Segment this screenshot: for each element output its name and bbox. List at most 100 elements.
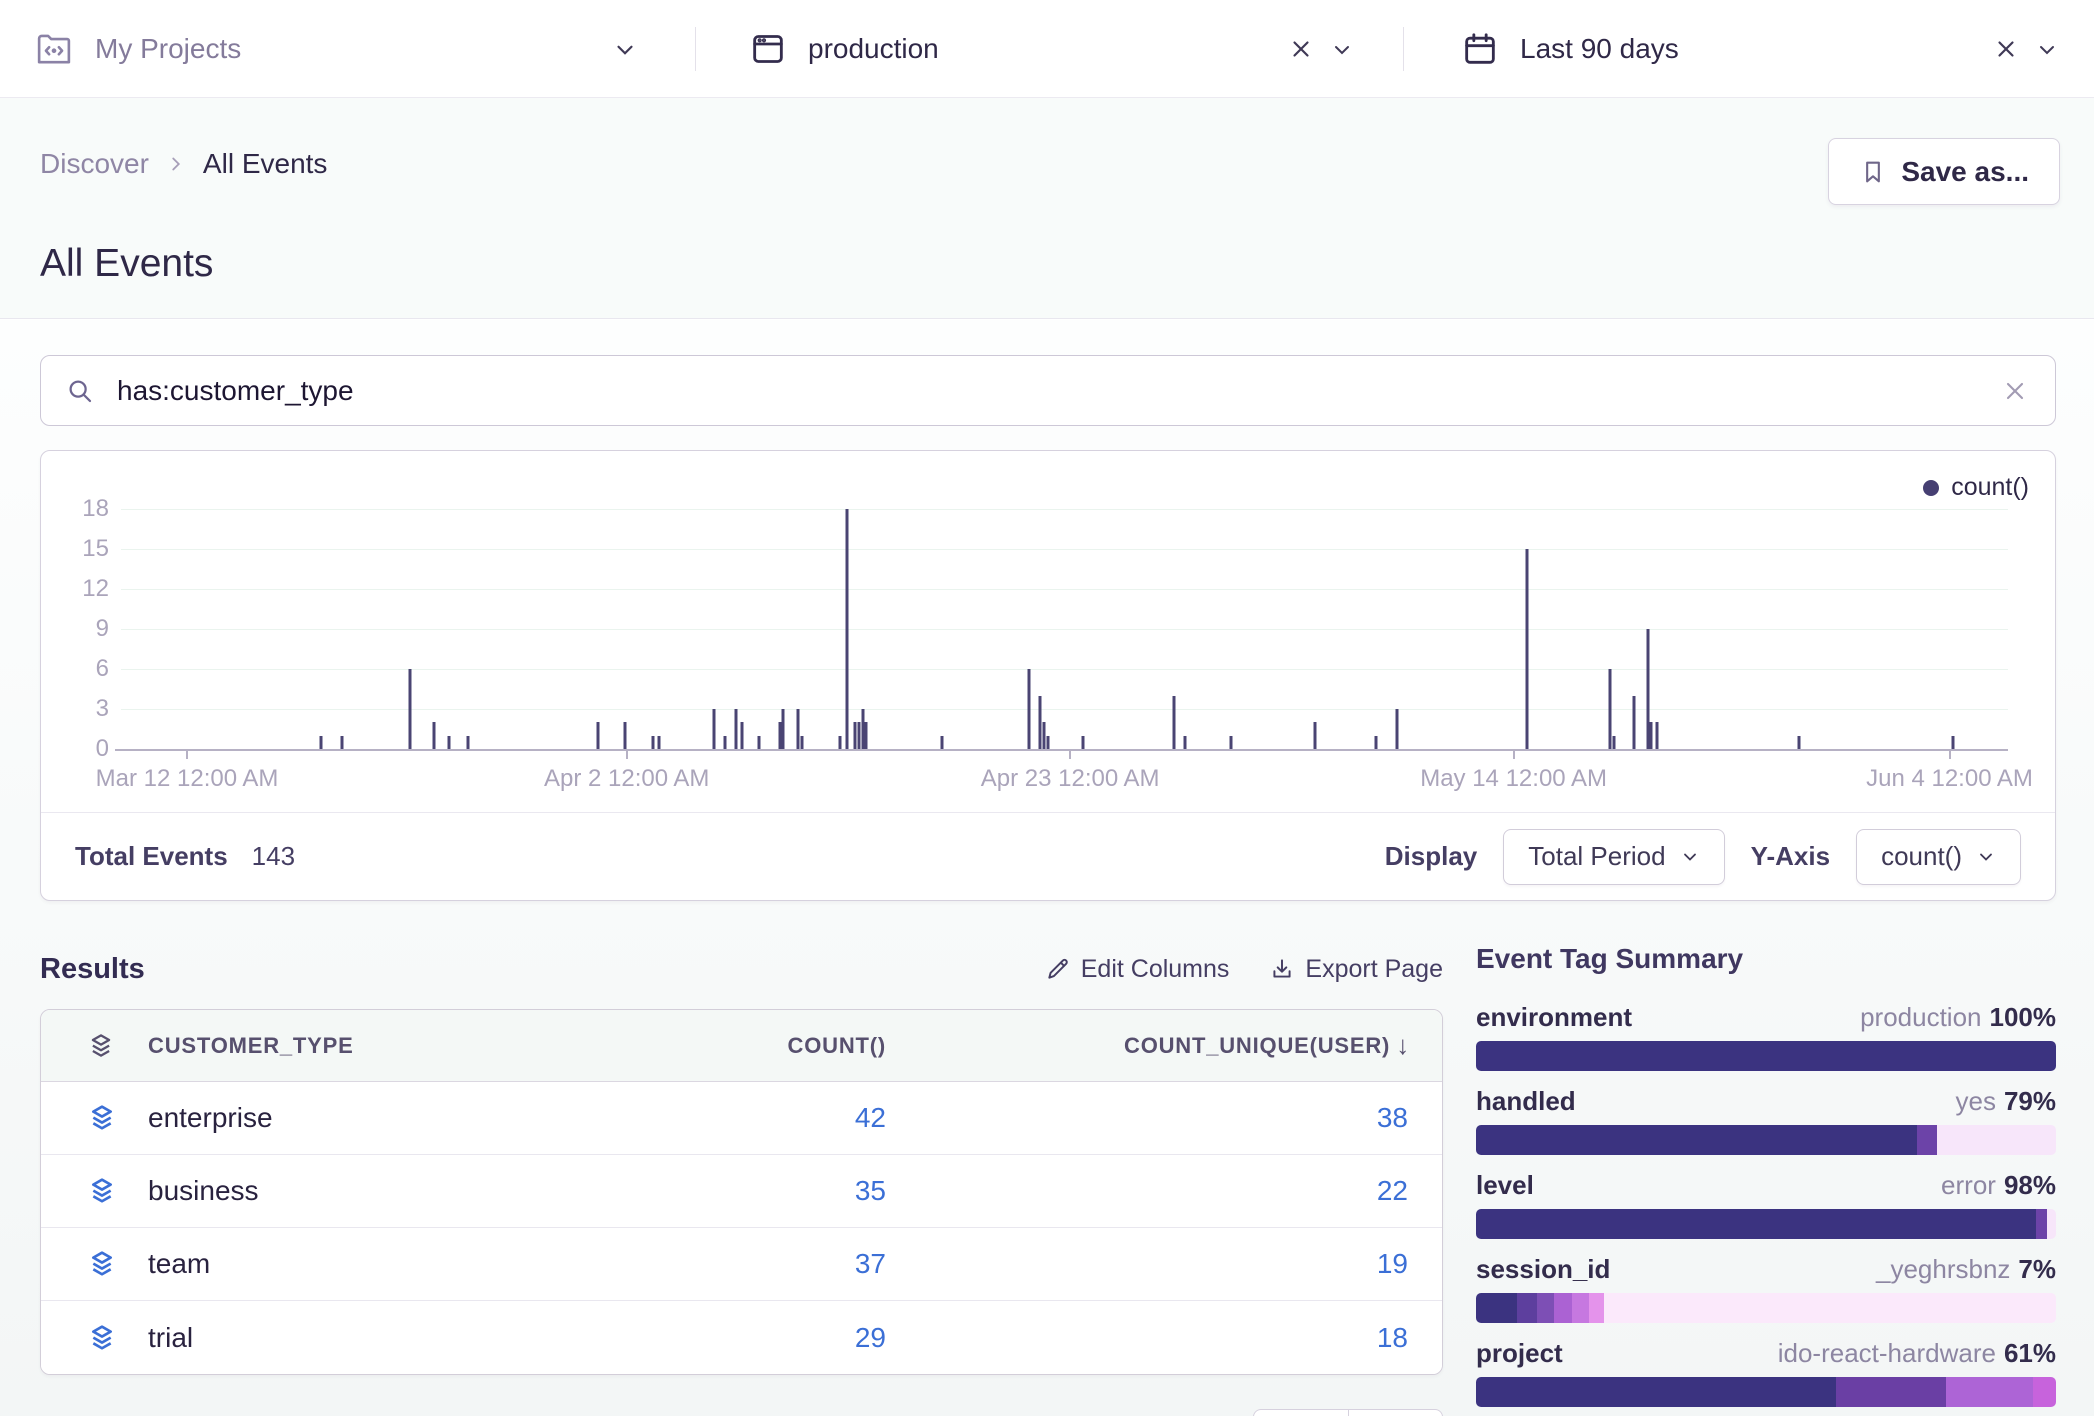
- display-select[interactable]: Total Period: [1503, 829, 1724, 885]
- tag-bar-segment: [1836, 1377, 1946, 1407]
- tag-entry: environmentproduction100%: [1476, 1001, 2056, 1071]
- clear-search-icon[interactable]: [2001, 377, 2029, 405]
- cell-count-unique-link[interactable]: 22: [886, 1175, 1443, 1207]
- chart-bar: [433, 722, 436, 749]
- cell-count-link[interactable]: 37: [366, 1248, 886, 1280]
- chevron-down-icon[interactable]: [612, 37, 638, 63]
- chart-bar: [1046, 736, 1049, 749]
- main-content: count() 0369121518 Mar 12 12:00 AMApr 2 …: [0, 320, 2094, 1416]
- tag-percent: 100%: [1990, 1002, 2057, 1032]
- tag-bar-segment: [1537, 1293, 1554, 1323]
- table-row[interactable]: team 3719: [41, 1228, 1442, 1301]
- search-bar: [40, 355, 2056, 426]
- table-row[interactable]: business 3522: [41, 1155, 1442, 1228]
- tag-distribution-bar[interactable]: [1476, 1209, 2056, 1239]
- table-row[interactable]: enterprise 4238: [41, 1082, 1442, 1155]
- tag-key: project: [1476, 1337, 1563, 1369]
- calendar-icon: [1460, 29, 1500, 69]
- tag-bar-segment: [1476, 1377, 1836, 1407]
- chart-bar: [846, 509, 849, 749]
- cell-count-link[interactable]: 42: [366, 1102, 886, 1134]
- cell-customer-type: team: [148, 1248, 210, 1280]
- x-axis-tick: [1949, 751, 1951, 759]
- project-filter[interactable]: My Projects: [33, 0, 241, 97]
- tag-bar-segment: [1476, 1125, 1917, 1155]
- chart-bar: [940, 736, 943, 749]
- x-axis-label: Jun 4 12:00 AM: [1866, 765, 2033, 793]
- tag-percent: 7%: [2018, 1254, 2056, 1284]
- col-count-unique[interactable]: COUNT_UNIQUE(USER) ↓: [886, 1030, 1443, 1061]
- chart-bar: [778, 722, 781, 749]
- tag-distribution-bar[interactable]: [1476, 1293, 2056, 1323]
- col-count[interactable]: COUNT(): [366, 1033, 886, 1059]
- tag-entry: projectido-react-hardware61%: [1476, 1337, 2056, 1407]
- chevron-down-icon[interactable]: [2035, 38, 2059, 62]
- chart-bar: [448, 736, 451, 749]
- legend-dot-icon: [1923, 480, 1939, 496]
- cell-customer-type: business: [148, 1175, 259, 1207]
- events-chart-panel: count() 0369121518 Mar 12 12:00 AMApr 2 …: [40, 450, 2056, 901]
- breadcrumb-discover-link[interactable]: Discover: [40, 148, 149, 180]
- cell-count-unique-link[interactable]: 18: [886, 1322, 1443, 1354]
- cell-count-link[interactable]: 29: [366, 1322, 886, 1354]
- chart-bar: [1027, 669, 1030, 749]
- edit-columns-label: Edit Columns: [1081, 955, 1230, 984]
- col-customer-type[interactable]: CUSTOMER_TYPE: [148, 1033, 354, 1059]
- chart-bar: [723, 736, 726, 749]
- clear-environment-icon[interactable]: [1288, 36, 1314, 62]
- chart-bar: [408, 669, 411, 749]
- tag-distribution-bar[interactable]: [1476, 1041, 2056, 1071]
- chevron-right-icon: [165, 153, 187, 175]
- event-tag-summary: Event Tag Summary environmentproduction1…: [1476, 943, 2056, 1416]
- chart-bar: [1612, 736, 1615, 749]
- y-axis-select-value: count(): [1881, 841, 1962, 872]
- chart-bar: [597, 722, 600, 749]
- date-range-filter[interactable]: Last 90 days: [1460, 0, 1679, 97]
- x-axis-label: May 14 12:00 AM: [1420, 765, 1607, 793]
- tag-distribution-bar[interactable]: [1476, 1125, 2056, 1155]
- environment-filter[interactable]: production: [748, 0, 939, 97]
- results-table: CUSTOMER_TYPE COUNT() COUNT_UNIQUE(USER)…: [40, 1009, 1443, 1375]
- tag-key: handled: [1476, 1085, 1576, 1117]
- project-filter-label: My Projects: [95, 33, 241, 65]
- chart-bar: [1650, 722, 1653, 749]
- chart-bar: [1608, 669, 1611, 749]
- chart-bar: [735, 709, 738, 749]
- chart-footer: Total Events 143 Display Total Period Y-…: [41, 812, 2055, 900]
- x-axis-label: Mar 12 12:00 AM: [96, 765, 279, 793]
- y-axis-label: Y-Axis: [1751, 841, 1831, 872]
- save-as-button[interactable]: Save as...: [1828, 138, 2060, 205]
- chart-bar: [1633, 696, 1636, 749]
- export-page-button[interactable]: Export Page: [1269, 955, 1443, 984]
- cell-count-unique-link[interactable]: 19: [886, 1248, 1443, 1280]
- search-input[interactable]: [117, 375, 2001, 407]
- chevron-down-icon[interactable]: [1330, 38, 1354, 62]
- chart-bar: [1038, 696, 1041, 749]
- results-header: Results Edit Columns Export Page: [40, 948, 1443, 990]
- edit-columns-button[interactable]: Edit Columns: [1045, 955, 1230, 984]
- layers-icon: [86, 1248, 118, 1280]
- chart-y-labels: 0369121518: [65, 509, 109, 749]
- cell-count-unique-link[interactable]: 38: [886, 1102, 1443, 1134]
- clear-date-range-icon[interactable]: [1993, 36, 2019, 62]
- tag-entry: handledyes79%: [1476, 1085, 2056, 1155]
- total-events-value: 143: [252, 841, 295, 872]
- y-axis-select[interactable]: count(): [1856, 829, 2021, 885]
- chart-legend[interactable]: count(): [1923, 473, 2029, 502]
- layers-icon: [86, 1102, 118, 1134]
- table-row[interactable]: trial 2918: [41, 1301, 1442, 1374]
- tag-bar-segment: [1937, 1125, 2056, 1155]
- tag-distribution-bar[interactable]: [1476, 1377, 2056, 1407]
- breadcrumb-current: All Events: [203, 148, 328, 180]
- tag-top-value: yes: [1955, 1086, 1995, 1116]
- next-page-button[interactable]: [1348, 1410, 1443, 1416]
- chart-bar: [340, 736, 343, 749]
- chart-bar: [838, 736, 841, 749]
- cell-customer-type: trial: [148, 1322, 193, 1354]
- cell-customer-type: enterprise: [148, 1102, 273, 1134]
- cell-count-link[interactable]: 35: [366, 1175, 886, 1207]
- search-icon: [65, 376, 95, 406]
- tag-bar-segment: [1476, 1209, 2036, 1239]
- previous-page-button[interactable]: [1254, 1410, 1348, 1416]
- chart-bar: [1646, 629, 1649, 749]
